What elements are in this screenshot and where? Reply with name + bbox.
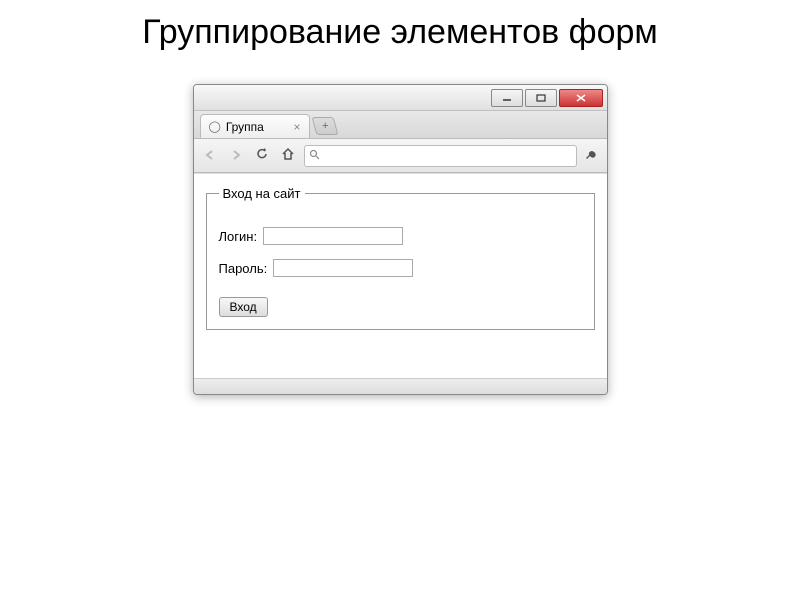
arrow-right-icon <box>230 149 242 161</box>
back-button[interactable] <box>200 148 220 164</box>
tab-close-icon[interactable]: × <box>293 120 300 134</box>
password-input[interactable] <box>273 259 413 277</box>
search-icon <box>309 149 320 163</box>
reload-button[interactable] <box>252 147 272 164</box>
tab-bar: ◯ Группа × + <box>194 111 607 139</box>
status-bar <box>194 378 607 394</box>
reload-icon <box>255 147 269 161</box>
minimize-icon <box>502 94 512 102</box>
close-button[interactable] <box>559 89 603 107</box>
browser-window: ◯ Группа × + Вход на сайт <box>193 84 608 395</box>
settings-button[interactable] <box>583 147 601 164</box>
wrench-icon <box>585 147 599 161</box>
browser-tab[interactable]: ◯ Группа × <box>200 114 310 138</box>
maximize-button[interactable] <box>525 89 557 107</box>
fieldset-legend: Вход на сайт <box>219 186 305 201</box>
home-icon <box>281 147 295 161</box>
plus-icon: + <box>321 120 327 132</box>
window-titlebar <box>194 85 607 111</box>
forward-button[interactable] <box>226 148 246 164</box>
minimize-button[interactable] <box>491 89 523 107</box>
login-input[interactable] <box>263 227 403 245</box>
slide-title: Группирование элементов форм <box>0 0 800 54</box>
password-label: Пароль: <box>219 261 268 276</box>
close-icon <box>576 94 586 102</box>
globe-icon: ◯ <box>209 120 221 133</box>
login-label: Логин: <box>219 229 258 244</box>
submit-button[interactable]: Вход <box>219 297 268 317</box>
browser-toolbar <box>194 139 607 173</box>
new-tab-button[interactable]: + <box>311 117 338 135</box>
login-fieldset: Вход на сайт Логин: Пароль: Вход <box>206 186 595 330</box>
maximize-icon <box>536 94 546 102</box>
password-row: Пароль: <box>219 259 582 277</box>
home-button[interactable] <box>278 147 298 164</box>
login-row: Логин: <box>219 227 582 245</box>
tab-title: Группа <box>226 120 264 134</box>
arrow-left-icon <box>204 149 216 161</box>
page-content: Вход на сайт Логин: Пароль: Вход <box>194 173 607 378</box>
address-bar[interactable] <box>304 145 577 167</box>
